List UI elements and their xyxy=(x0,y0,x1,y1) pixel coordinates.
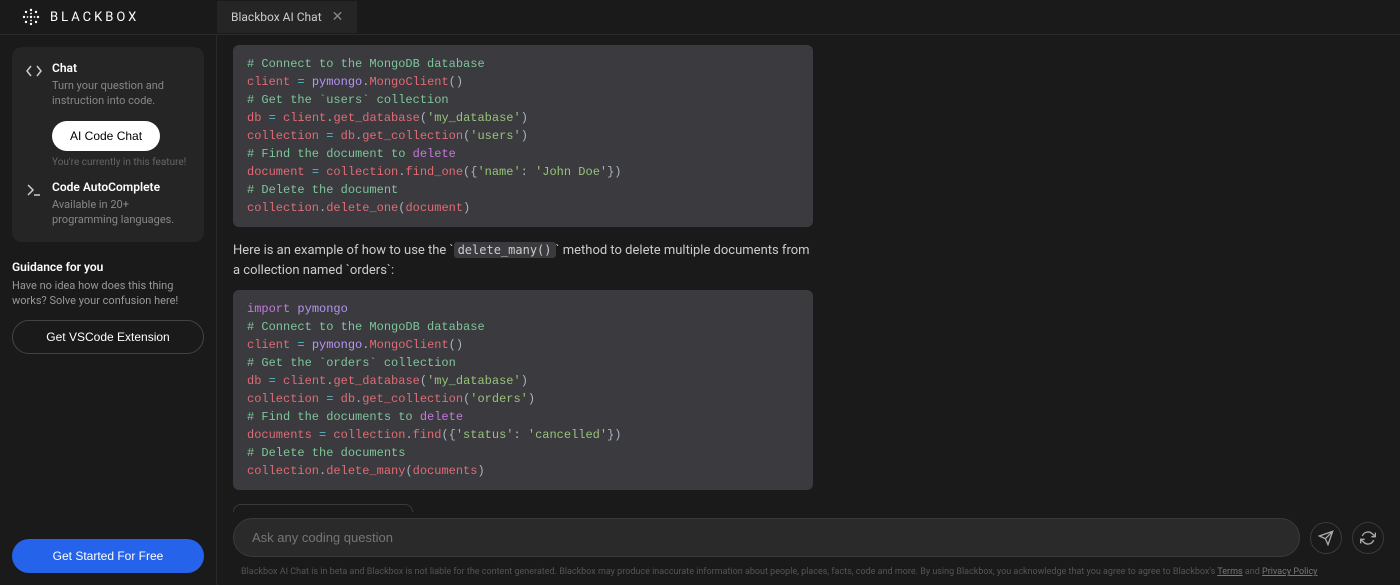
code-block-delete-many: import pymongo# Connect to the MongoDB d… xyxy=(233,290,813,490)
tab-blackbox-chat[interactable]: Blackbox AI Chat ✕ xyxy=(217,1,358,33)
brand-icon xyxy=(20,6,42,28)
code-block-delete-one: # Connect to the MongoDB databaseclient … xyxy=(233,45,813,227)
footer-disclaimer: Blackbox AI Chat is in beta and Blackbox… xyxy=(227,563,1390,585)
autocomplete-title: Code AutoComplete xyxy=(52,180,190,194)
brand-name: BLACKBOX xyxy=(50,10,139,25)
refresh-button[interactable] xyxy=(1352,522,1384,554)
chat-title: Chat xyxy=(52,61,190,75)
feedback-box: How was the quality of your answer? xyxy=(233,504,413,512)
sidebar-features-card: Chat Turn your question and instruction … xyxy=(12,47,204,242)
chat-input[interactable] xyxy=(233,518,1300,557)
terminal-icon xyxy=(26,182,42,198)
brand-logo[interactable]: BLACKBOX xyxy=(0,0,217,34)
prose-delete-many: Here is an example of how to use the `de… xyxy=(233,241,813,280)
guidance-section: Guidance for you Have no idea how does t… xyxy=(12,260,204,309)
autocomplete-desc: Available in 20+ programming languages. xyxy=(52,197,190,228)
feature-note: You're currently in this feature! xyxy=(52,157,190,168)
privacy-link[interactable]: Privacy Policy xyxy=(1262,567,1317,577)
ai-code-chat-button[interactable]: AI Code Chat xyxy=(52,121,160,151)
close-icon[interactable]: ✕ xyxy=(332,9,344,25)
sidebar: Chat Turn your question and instruction … xyxy=(0,35,217,585)
chat-desc: Turn your question and instruction into … xyxy=(52,78,190,109)
terms-link[interactable]: Terms xyxy=(1217,567,1242,577)
get-vscode-extension-button[interactable]: Get VSCode Extension xyxy=(12,320,204,354)
code-brackets-icon xyxy=(26,63,42,79)
sidebar-item-chat[interactable]: Chat Turn your question and instruction … xyxy=(26,61,190,109)
input-row xyxy=(227,512,1390,563)
guidance-desc: Have no idea how does this thing works? … xyxy=(12,278,204,309)
main-content: # Connect to the MongoDB databaseclient … xyxy=(217,35,1400,585)
tab-title: Blackbox AI Chat xyxy=(231,10,322,24)
chat-scroll-area[interactable]: # Connect to the MongoDB databaseclient … xyxy=(227,35,1390,512)
guidance-title: Guidance for you xyxy=(12,260,204,274)
get-started-button[interactable]: Get Started For Free xyxy=(12,539,204,573)
send-button[interactable] xyxy=(1310,522,1342,554)
sidebar-item-autocomplete[interactable]: Code AutoComplete Available in 20+ progr… xyxy=(26,180,190,228)
